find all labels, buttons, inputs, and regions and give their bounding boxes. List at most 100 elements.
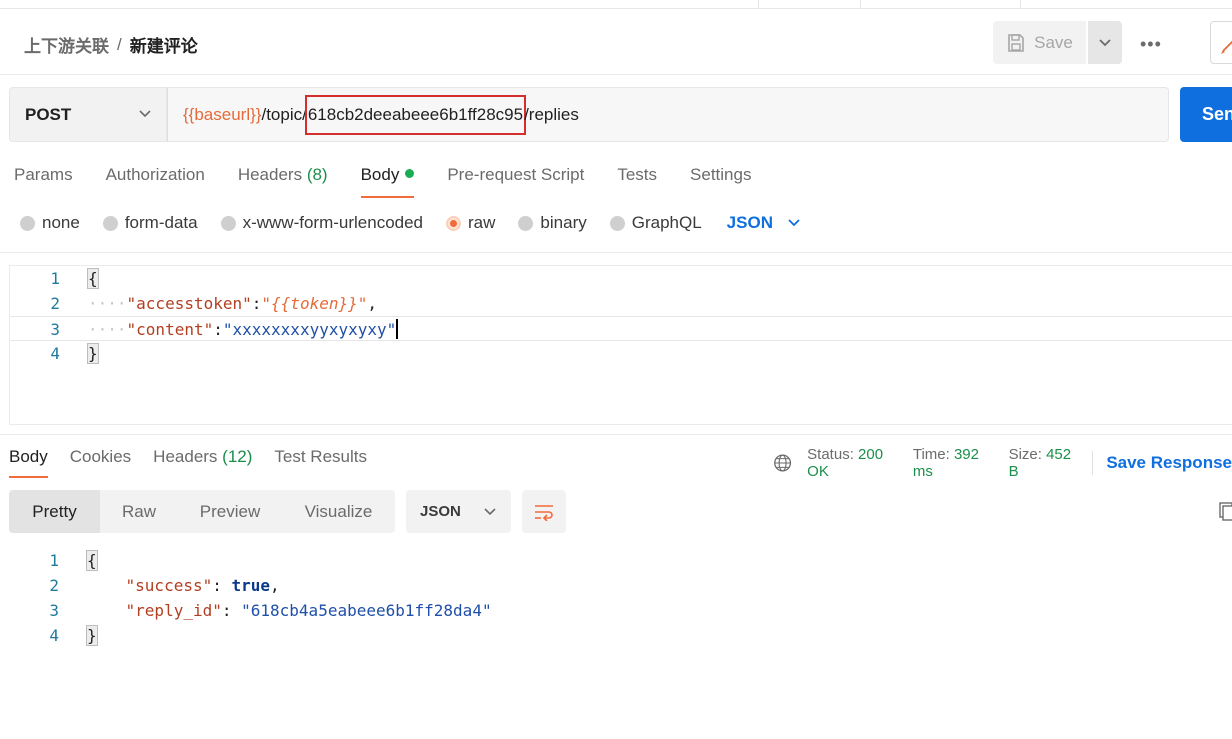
headers-count: (12) (222, 447, 253, 466)
save-group: Save (993, 21, 1122, 64)
json-key: "success" (125, 576, 213, 595)
code-line-active: 3 ····"content":"xxxxxxxxyyxyxyxy" (10, 316, 1232, 341)
wrap-lines-button[interactable] (522, 490, 566, 533)
radio-graphql[interactable]: GraphQL (609, 213, 702, 233)
time-label: Time: (912, 446, 950, 463)
divider (0, 434, 1232, 435)
code-text: } (86, 623, 98, 648)
save-label: Save (1034, 32, 1073, 52)
body-indicator-dot (405, 169, 415, 178)
tab-pre-request-script[interactable]: Pre-request Script (447, 165, 584, 195)
time-readout[interactable]: Time: 392 ms (913, 446, 992, 480)
tab-settings[interactable]: Settings (690, 165, 751, 195)
code-line: 4 } (9, 623, 1232, 648)
line-number: 2 (49, 576, 59, 595)
brace: { (86, 550, 98, 571)
tab-label: Params (14, 165, 73, 184)
chevron-down-icon (1099, 38, 1111, 46)
line-number: 3 (49, 601, 59, 620)
tab-label: Cookies (69, 447, 132, 466)
status-label: Status: (807, 446, 854, 463)
tab-params[interactable]: Params (14, 165, 73, 195)
radio-label: x-www-form-urlencoded (242, 213, 424, 232)
radio-label: none (42, 213, 80, 232)
radio-label: raw (468, 213, 496, 232)
json-key: "content" (126, 320, 214, 339)
method-label: POST (25, 104, 72, 124)
send-button[interactable]: Send (1180, 87, 1232, 142)
chevron-down-icon (484, 507, 496, 515)
code-text: { (86, 548, 98, 573)
tab-label: Tests (617, 165, 658, 184)
save-button[interactable]: Save (993, 21, 1086, 64)
request-header: 上下游关联 / 新建评论 Save ••• (0, 9, 1232, 75)
url-suffix: /replies (524, 104, 579, 124)
body-format-select[interactable]: JSON (727, 213, 801, 233)
code-text: } (87, 341, 99, 366)
tab-label: Headers (237, 165, 303, 184)
code-line: 2 ····"accesstoken":"{{token}}", (10, 291, 1232, 316)
response-body-viewer[interactable]: 1 { 2 "success": true, 3 "reply_id": "61… (9, 548, 1232, 658)
url-prefix: /topic/ (261, 104, 307, 124)
radio-none[interactable]: none (20, 213, 80, 233)
code-text: "reply_id": "618cb4a5eabeee6b1ff28da4" (125, 601, 492, 620)
request-title[interactable]: 新建评论 (130, 32, 198, 57)
brace: { (87, 268, 99, 289)
line-number: 4 (49, 626, 59, 645)
tab-body[interactable]: Body (360, 165, 415, 198)
tab-headers[interactable]: Headers (8) (238, 165, 328, 195)
radio-form-data[interactable]: form-data (102, 213, 198, 233)
view-tab-preview[interactable]: Preview (178, 490, 282, 533)
radio-button[interactable] (20, 215, 35, 231)
edit-button[interactable] (1210, 21, 1232, 64)
code-line: 4 } (10, 341, 1232, 366)
save-response-button[interactable]: Save Response (1106, 453, 1232, 473)
radio-button[interactable] (518, 215, 534, 231)
line-number: 1 (50, 269, 60, 288)
tab-authorization[interactable]: Authorization (106, 165, 205, 195)
json-key: "accesstoken" (126, 294, 252, 313)
send-label: Send (1202, 104, 1232, 124)
tab-separator (860, 0, 861, 9)
breadcrumb-collection[interactable]: 上下游关联 (24, 32, 109, 57)
tab-separator (1020, 0, 1021, 9)
tab-label: Body (360, 165, 400, 184)
breadcrumb-separator: / (117, 34, 122, 54)
view-tab-visualize[interactable]: Visualize (282, 490, 395, 533)
tab-label: Authorization (105, 165, 205, 184)
radio-x-www-form-urlencoded[interactable]: x-www-form-urlencoded (220, 213, 424, 233)
radio-button[interactable] (220, 215, 236, 231)
request-body-editor[interactable]: 1 { 2 ····"accesstoken":"{{token}}", 3 ·… (9, 265, 1232, 425)
tab-tests[interactable]: Tests (617, 165, 657, 195)
radio-binary[interactable]: binary (518, 213, 587, 233)
size-readout[interactable]: Size: 452 B (1009, 446, 1076, 480)
view-tab-pretty[interactable]: Pretty (9, 490, 100, 533)
pencil-icon (1221, 40, 1232, 54)
radio-label: GraphQL (631, 213, 702, 232)
json-value: "618cb4a5eabeee6b1ff28da4" (241, 601, 492, 620)
url-input[interactable]: {{baseurl}}/topic/618cb2deeabeee6b1ff28c… (167, 87, 1169, 142)
body-type-selector: none form-data x-www-form-urlencoded raw… (20, 213, 801, 233)
radio-raw[interactable]: raw (446, 213, 495, 233)
radio-button[interactable] (102, 215, 118, 231)
radio-label: form-data (124, 213, 198, 232)
body-format-label: JSON (726, 213, 773, 232)
resp-tab-body[interactable]: Body (9, 447, 48, 478)
copy-icon[interactable] (1218, 500, 1232, 522)
view-tab-raw[interactable]: Raw (100, 490, 178, 533)
wrap-lines-icon (535, 504, 553, 521)
save-options-button[interactable] (1088, 21, 1122, 64)
resp-tab-headers[interactable]: Headers (12) (153, 447, 252, 477)
status-readout[interactable]: Status: 200 OK (807, 446, 896, 480)
view-tab-label: Raw (121, 501, 156, 521)
radio-button-selected[interactable] (446, 215, 462, 231)
globe-icon[interactable] (773, 452, 792, 474)
more-options-icon[interactable]: ••• (1140, 34, 1162, 55)
method-select[interactable]: POST (9, 87, 167, 142)
resp-tab-cookies[interactable]: Cookies (70, 447, 131, 477)
breadcrumb: 上下游关联 / 新建评论 (24, 32, 198, 57)
resp-tab-test-results[interactable]: Test Results (274, 447, 367, 477)
response-format-select[interactable]: JSON (406, 490, 511, 533)
line-number: 1 (49, 551, 59, 570)
radio-button[interactable] (609, 215, 625, 231)
